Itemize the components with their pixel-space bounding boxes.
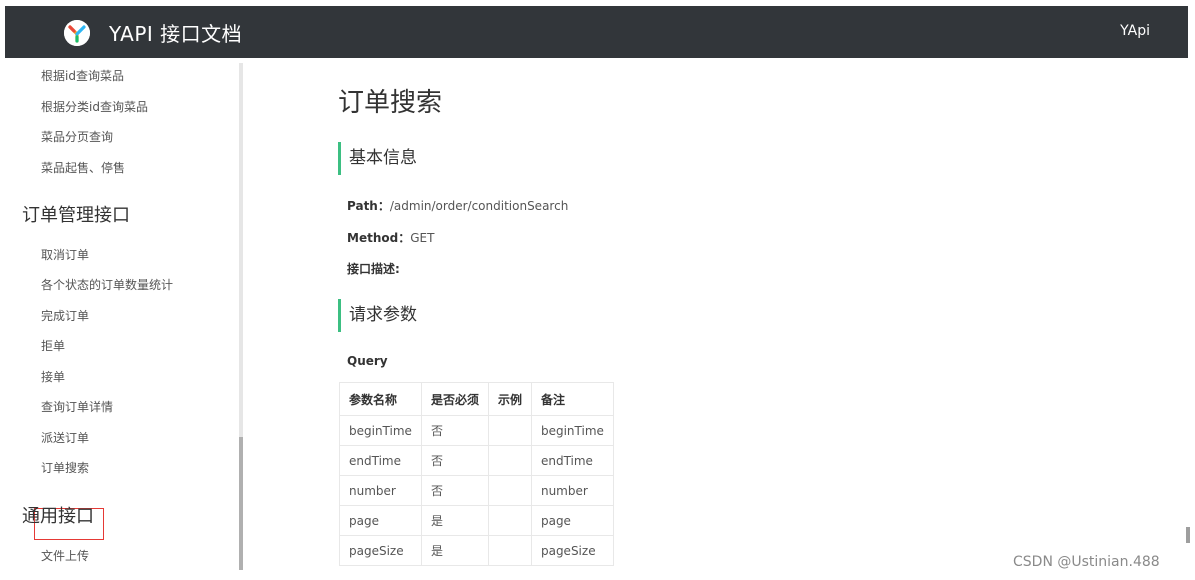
sidebar-group-order[interactable]: 订单管理接口 (22, 201, 130, 227)
param-name: pageSize (339, 535, 422, 566)
header-example: 示例 (487, 382, 532, 416)
top-bar: YAPI 接口文档 YApi (5, 6, 1188, 58)
method-field: Method：GET (347, 229, 434, 246)
sidebar-item-dish-by-id[interactable]: 根据id查询菜品 (41, 67, 124, 84)
param-required: 否 (420, 415, 489, 446)
param-example (487, 475, 532, 506)
table-row: pageSize 是 pageSize (339, 535, 614, 566)
param-required: 否 (420, 445, 489, 476)
table-row: beginTime 否 beginTime (339, 415, 614, 446)
path-label: Path： (347, 199, 390, 213)
param-example (487, 535, 532, 566)
param-example (487, 445, 532, 476)
watermark-text: CSDN @Ustinian.488 (1013, 554, 1160, 570)
sidebar-item-order-statistics[interactable]: 各个状态的订单数量统计 (41, 276, 173, 293)
yapi-link[interactable]: YApi (1120, 23, 1150, 39)
sidebar-item-reject-order[interactable]: 拒单 (41, 337, 65, 354)
param-remark: number (530, 475, 614, 506)
sidebar-scrollbar-thumb[interactable] (239, 437, 243, 570)
method-label: Method： (347, 231, 411, 245)
table-row: number 否 number (339, 475, 614, 506)
sidebar-item-dish-page[interactable]: 菜品分页查询 (41, 128, 113, 145)
param-required: 是 (420, 505, 489, 536)
sidebar-item-cancel-order[interactable]: 取消订单 (41, 246, 89, 263)
param-remark: endTime (530, 445, 614, 476)
param-example (487, 415, 532, 446)
sidebar-item-deliver-order[interactable]: 派送订单 (41, 429, 89, 446)
param-remark: pageSize (530, 535, 614, 566)
sidebar-group-common[interactable]: 通用接口 (22, 502, 94, 528)
yapi-logo-icon[interactable] (64, 20, 90, 46)
app-title[interactable]: YAPI 接口文档 (109, 18, 242, 47)
param-name: endTime (339, 445, 422, 476)
query-label: Query (347, 354, 388, 368)
param-remark: beginTime (530, 415, 614, 446)
sidebar-item-order-detail[interactable]: 查询订单详情 (41, 398, 113, 415)
description-field: 接口描述: (347, 260, 400, 277)
page-scrollbar-thumb[interactable] (1186, 527, 1190, 543)
table-row: page 是 page (339, 505, 614, 536)
param-name: number (339, 475, 422, 506)
sidebar-item-file-upload[interactable]: 文件上传 (41, 547, 89, 564)
section-basic-info: 基本信息 (338, 142, 417, 175)
sidebar-item-complete-order[interactable]: 完成订单 (41, 307, 89, 324)
param-remark: page (530, 505, 614, 536)
sidebar-item-order-search[interactable]: 订单搜索 (41, 459, 89, 476)
sidebar: 根据id查询菜品 根据分类id查询菜品 菜品分页查询 菜品起售、停售 订单管理接… (5, 58, 241, 580)
path-value: /admin/order/conditionSearch (389, 199, 569, 213)
header-param-name: 参数名称 (339, 382, 422, 416)
param-example (487, 505, 532, 536)
sidebar-item-accept-order[interactable]: 接单 (41, 368, 65, 385)
param-required: 是 (420, 535, 489, 566)
param-name: page (339, 505, 422, 536)
query-params-table: 参数名称 是否必须 示例 备注 beginTime 否 beginTime en… (339, 382, 614, 566)
header-required: 是否必须 (420, 382, 489, 416)
param-required: 否 (420, 475, 489, 506)
sidebar-item-dish-status[interactable]: 菜品起售、停售 (41, 159, 125, 176)
param-name: beginTime (339, 415, 422, 446)
header-remark: 备注 (530, 382, 614, 416)
method-value: GET (410, 231, 435, 245)
section-request-params: 请求参数 (338, 299, 417, 332)
table-header-row: 参数名称 是否必须 示例 备注 (339, 382, 614, 416)
path-field: Path：/admin/order/conditionSearch (347, 197, 568, 214)
table-row: endTime 否 endTime (339, 445, 614, 476)
page-title: 订单搜索 (338, 88, 443, 118)
sidebar-item-dish-by-category[interactable]: 根据分类id查询菜品 (41, 98, 148, 115)
description-label: 接口描述: (347, 262, 400, 276)
